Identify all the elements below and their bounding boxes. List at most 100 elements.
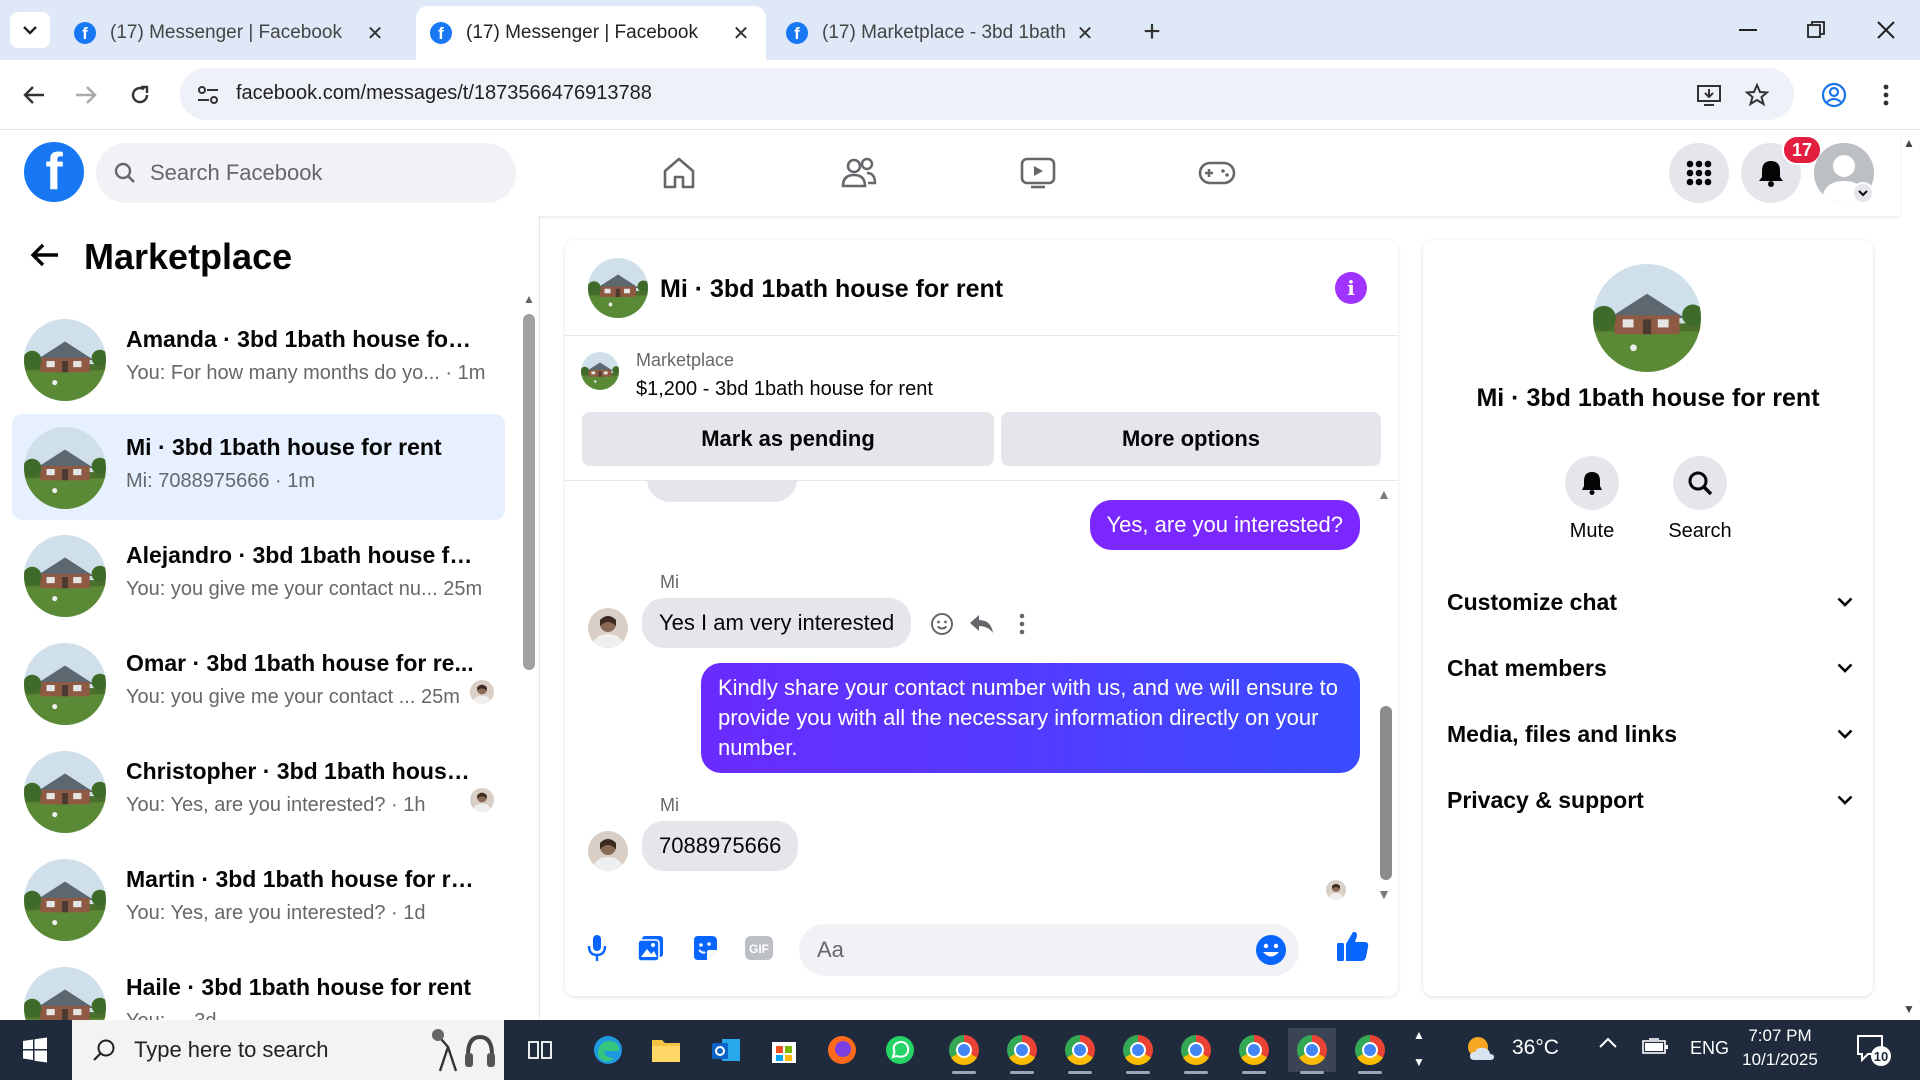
chrome-window-icon[interactable] [1114,1028,1162,1074]
chrome-window-icon[interactable] [940,1028,988,1074]
mark-as-pending-button[interactable]: Mark as pending [582,412,994,466]
chat-scroll-up-icon[interactable]: ▲ [1377,486,1391,502]
page-scroll-up-icon[interactable]: ▲ [1903,136,1915,150]
menu-grid-icon[interactable] [1669,143,1729,203]
photo-icon[interactable] [633,930,669,966]
window-close-icon[interactable] [1858,10,1914,50]
gif-icon[interactable]: GIF [741,930,777,966]
tab-search-button[interactable] [10,12,50,48]
bookmark-star-icon[interactable] [1742,80,1772,110]
browser-tab[interactable]: f (17) Messenger | Facebook ✕ [60,6,400,60]
customize-chat-row[interactable]: Customize chat [1447,580,1853,624]
url-text[interactable]: facebook.com/messages/t/1873566476913788 [236,82,652,105]
taskbar-search-box[interactable]: Type here to search [72,1020,504,1080]
marketplace-listing-thumbnail[interactable] [581,352,619,390]
chat-scroll-down-icon[interactable]: ▼ [1377,886,1391,902]
outlook-icon[interactable] [702,1028,750,1072]
chat-members-row[interactable]: Chat members [1447,646,1853,690]
sender-avatar[interactable] [588,831,628,871]
chat-scrollbar-thumb[interactable] [1380,706,1392,880]
facebook-search-input[interactable]: Search Facebook [96,143,516,203]
profile-icon[interactable] [1814,75,1854,115]
search-in-chat-button[interactable]: Search [1655,456,1745,543]
back-arrow-icon[interactable] [30,238,60,277]
language-indicator[interactable]: ENG [1690,1038,1729,1059]
reload-icon[interactable] [120,75,160,115]
privacy-support-row[interactable]: Privacy & support [1447,778,1853,822]
reply-icon[interactable] [967,609,997,639]
chrome-window-icon[interactable] [1172,1028,1220,1074]
conversation-preview: You: Yes, are you interested? · 1h [126,794,426,816]
tab-title: (17) Marketplace - 3bd 1bath h [822,22,1066,43]
facebook-logo-icon[interactable]: f [24,142,84,202]
windows-start-icon[interactable] [0,1020,70,1080]
notification-center-icon[interactable]: 10 [1856,1034,1892,1066]
sender-avatar[interactable] [588,608,628,648]
react-emoji-icon[interactable] [927,609,957,639]
task-view-icon[interactable] [516,1028,564,1072]
gaming-nav-icon[interactable] [1172,146,1262,200]
tab-close-icon[interactable]: ✕ [730,21,752,46]
page-scroll-down-icon[interactable]: ▼ [1903,1002,1915,1016]
browser-tab[interactable]: f (17) Marketplace - 3bd 1bath h ✕ [772,6,1110,60]
chat-listing-thumbnail[interactable] [588,258,648,318]
chrome-window-icon[interactable] [998,1028,1046,1074]
whatsapp-icon[interactable] [876,1028,924,1072]
weather-temperature[interactable]: 36°C [1512,1036,1559,1060]
browser-menu-icon[interactable] [1866,75,1906,115]
incoming-message[interactable]: 7088975666 [642,821,799,871]
listing-profile-image[interactable] [1593,264,1701,372]
tab-close-icon[interactable]: ✕ [1074,21,1096,46]
mute-button[interactable]: Mute [1547,456,1637,543]
edge-icon[interactable] [584,1028,632,1072]
home-nav-icon[interactable] [634,146,724,200]
install-app-icon[interactable] [1694,80,1724,110]
friends-nav-icon[interactable] [814,146,904,200]
chrome-window-icon[interactable] [1230,1028,1278,1074]
chat-title[interactable]: Mi · 3bd 1bath house for rent [660,275,1003,304]
microphone-icon[interactable] [579,930,615,966]
incoming-message[interactable]: Yes I am very interested [642,598,912,648]
more-actions-icon[interactable] [1007,609,1037,639]
forward-icon[interactable] [66,75,106,115]
emoji-picker-icon[interactable] [1255,934,1287,966]
browser-tab-active[interactable]: f (17) Messenger | Facebook ✕ [416,6,766,60]
tab-close-icon[interactable]: ✕ [364,21,386,46]
conversation-item[interactable]: Alejandro · 3bd 1bath house for ... You: … [12,522,505,628]
tray-overflow-icon[interactable]: ▲ ▼ [1413,1022,1425,1076]
conversation-item[interactable]: Haile · 3bd 1bath house for rent You: , ·… [12,954,505,1020]
conversation-item[interactable]: Omar · 3bd 1bath house for re... You: you… [12,630,505,736]
battery-icon[interactable] [1642,1038,1670,1061]
conversation-item[interactable]: Christopher · 3bd 1bath house... You: Yes… [12,738,505,844]
conversation-item[interactable]: Amanda · 3bd 1bath house for r... You: Fo… [12,306,505,412]
conversation-item[interactable]: Mi · 3bd 1bath house for rent Mi: 7088975… [12,414,505,520]
minimize-icon[interactable] [1720,10,1776,50]
account-chevron-icon[interactable] [1852,182,1874,204]
outgoing-message[interactable]: Kindly share your contact number with us… [701,663,1360,773]
sticker-icon[interactable] [687,930,723,966]
address-bar[interactable]: facebook.com/messages/t/1873566476913788 [180,68,1794,120]
chrome-window-icon[interactable] [1346,1028,1394,1074]
clock[interactable]: 7:07 PM 10/1/2025 [1730,1024,1830,1072]
restore-icon[interactable] [1788,10,1844,50]
info-icon[interactable]: i [1335,272,1367,304]
firefox-icon[interactable] [818,1028,866,1072]
more-options-button[interactable]: More options [1001,412,1381,466]
microsoft-store-icon[interactable] [760,1028,808,1072]
weather-icon[interactable] [1464,1032,1498,1066]
message-input[interactable] [799,924,1239,976]
back-icon[interactable] [14,75,54,115]
conversation-item[interactable]: Martin · 3bd 1bath house for rent You: Ye… [12,846,505,952]
outgoing-message[interactable]: Yes, are you interested? [1089,500,1360,550]
left-scrollbar-thumb[interactable] [523,314,535,670]
new-tab-icon[interactable]: + [1128,14,1176,50]
chrome-window-icon[interactable] [1056,1028,1104,1074]
chrome-window-icon[interactable] [1288,1028,1336,1074]
like-thumb-icon[interactable] [1333,926,1373,966]
watch-nav-icon[interactable] [993,146,1083,200]
site-info-icon[interactable] [194,81,222,109]
tray-chevron-icon[interactable] [1598,1036,1618,1054]
media-files-links-row[interactable]: Media, files and links [1447,712,1853,756]
file-explorer-icon[interactable] [642,1028,690,1072]
listing-title[interactable]: $1,200 - 3bd 1bath house for rent [636,378,933,401]
